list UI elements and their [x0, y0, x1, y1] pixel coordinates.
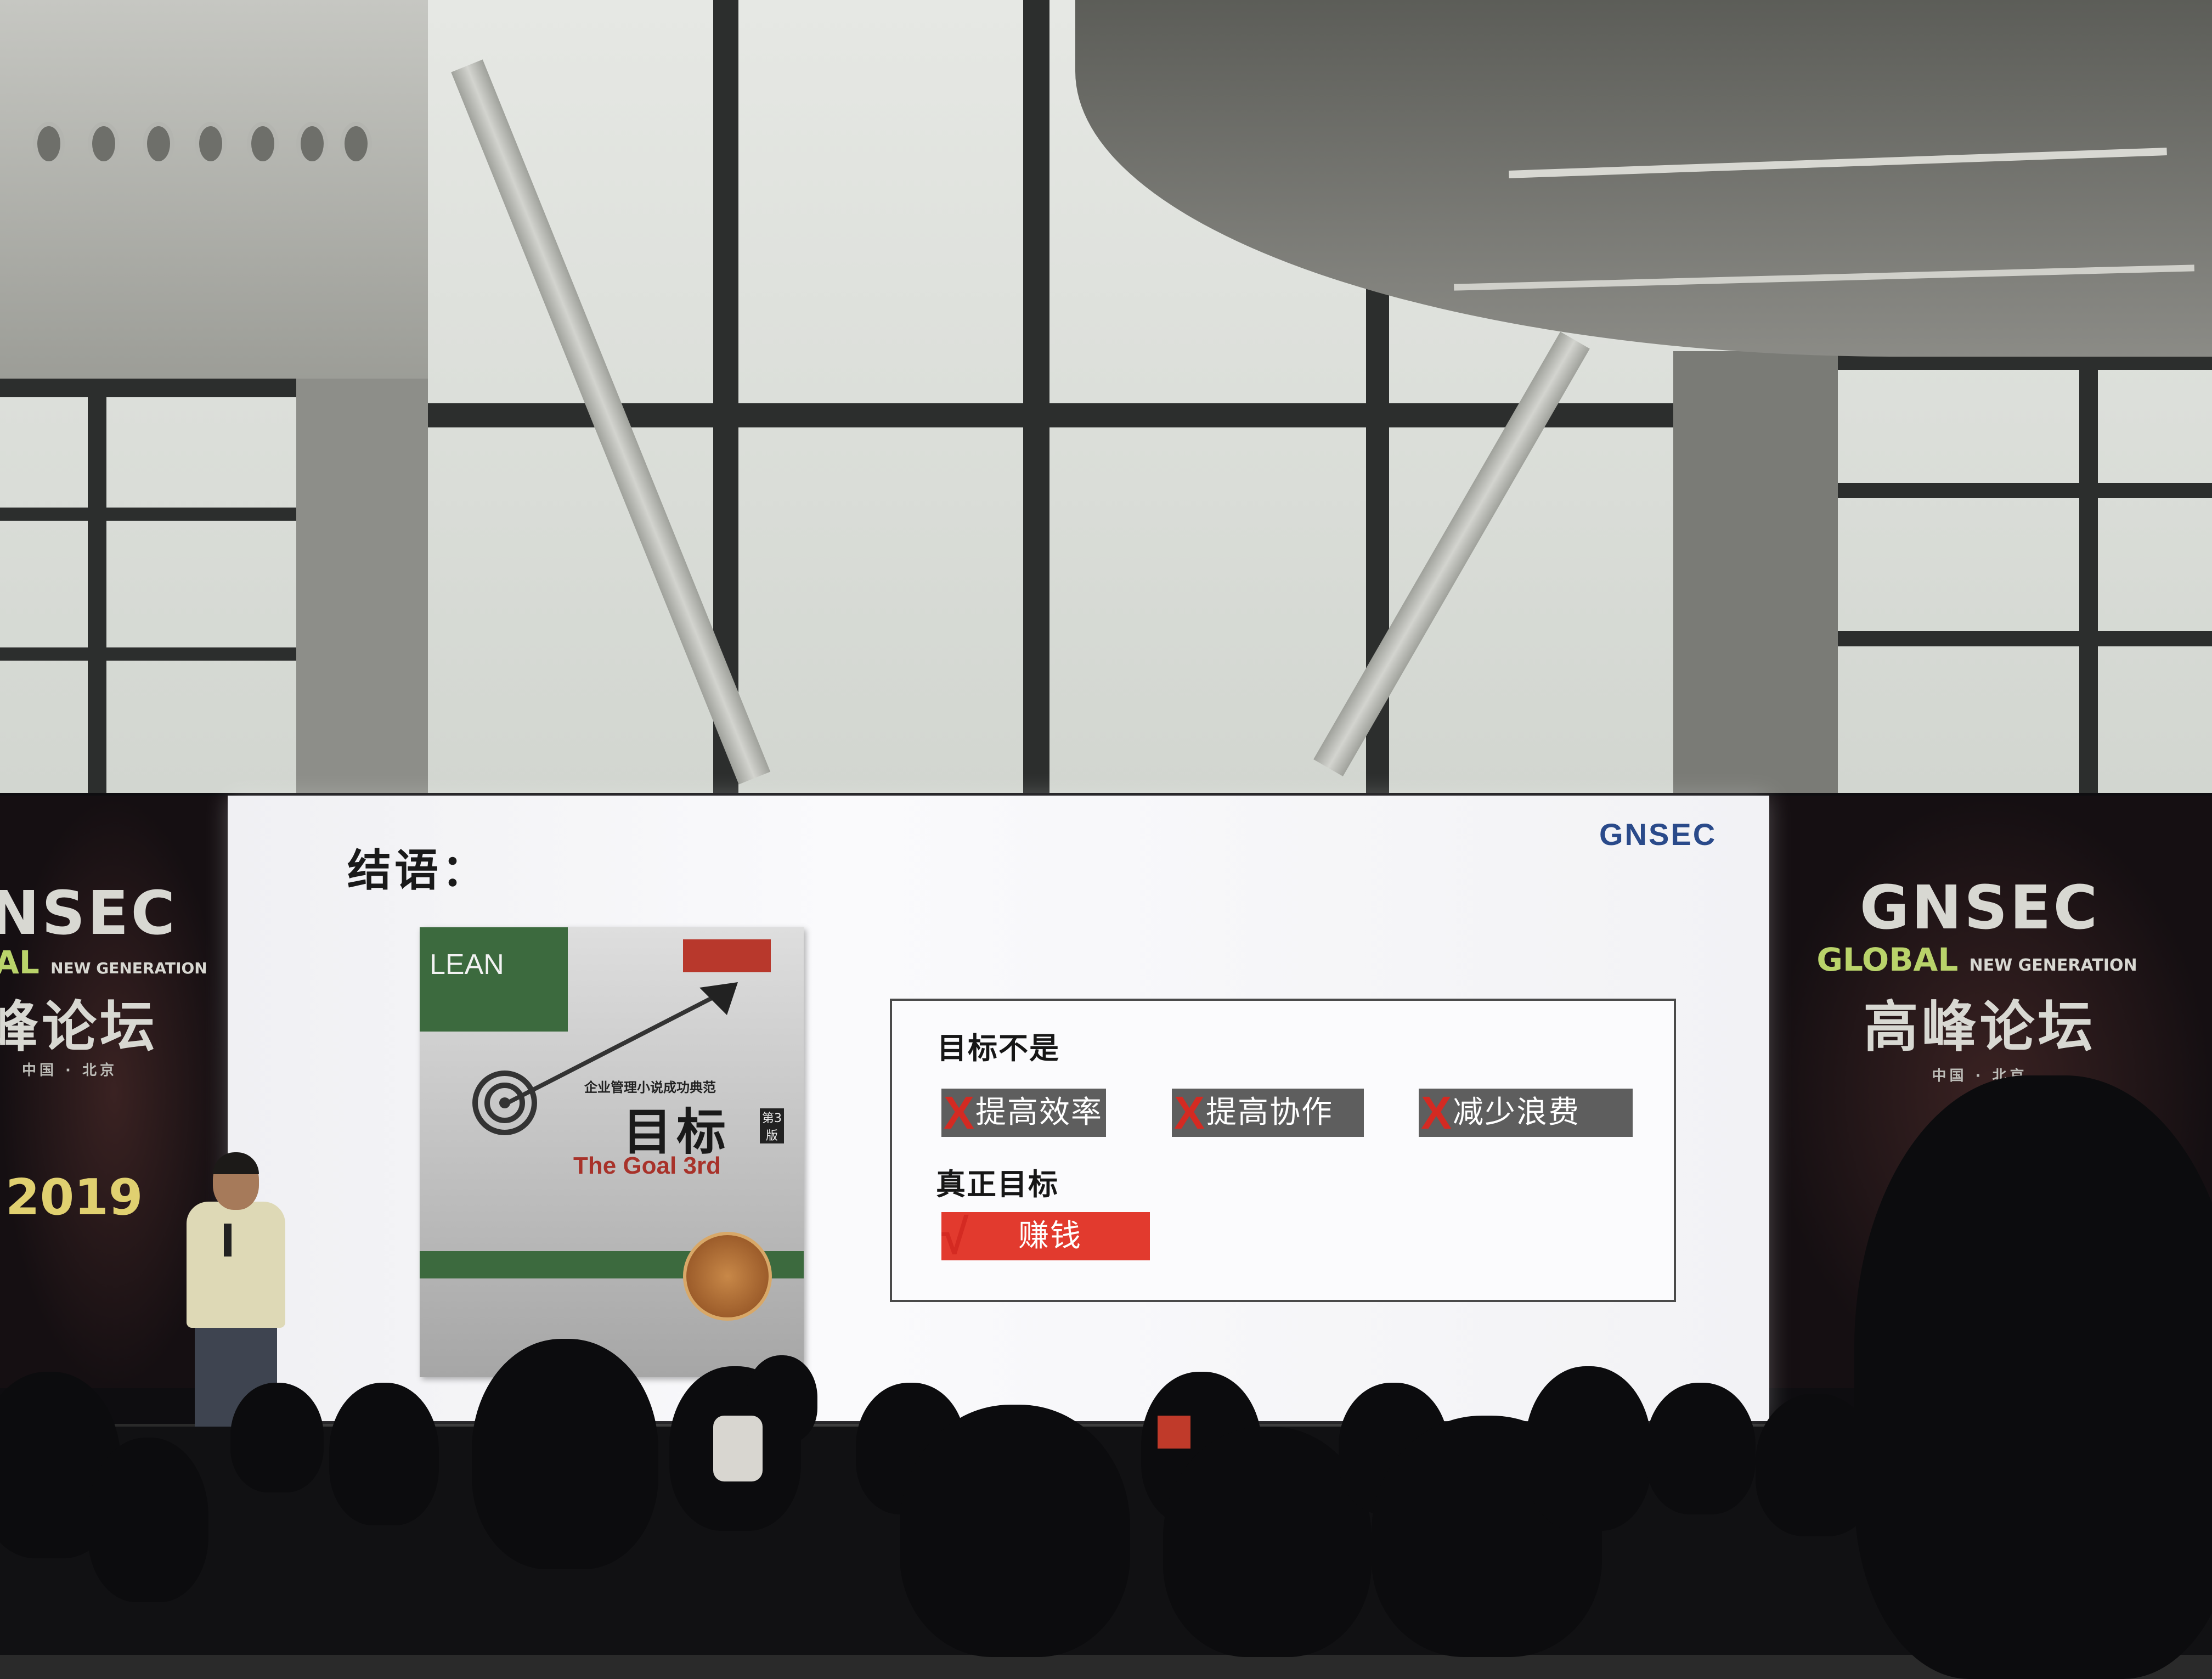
- not-goal-heading: 目标不是: [937, 1031, 1060, 1066]
- ceiling-porthole: [340, 122, 372, 166]
- not-goal-tag-efficiency: X 提高效率: [941, 1087, 1106, 1139]
- audience-shirt: [713, 1416, 763, 1481]
- book-lean-label: LEAN: [430, 949, 504, 981]
- real-goal-tag-make-money: √ 赚钱: [941, 1210, 1150, 1265]
- window-mullion: [2079, 351, 2098, 801]
- ceiling-porthole: [88, 122, 120, 166]
- audience-head: [1525, 1366, 1651, 1531]
- presentation-slide: GNSEC 结语： LEAN 企业管理小说成功典范 目标 第3版 The Goa…: [228, 796, 1769, 1421]
- not-goal-text: 提高协作: [1206, 1095, 1333, 1130]
- banner-gnsec-text: NSEC: [0, 878, 178, 948]
- speaker: [187, 1202, 285, 1328]
- ceiling-porthole: [296, 122, 328, 166]
- audience-head: [88, 1438, 208, 1602]
- window-transom: [0, 379, 296, 397]
- real-goal-text: 赚钱: [1018, 1218, 1082, 1254]
- not-goal-tag-collaboration: X 提高协作: [1172, 1087, 1364, 1139]
- ceiling-porthole: [33, 122, 65, 166]
- ceiling-porthole: [143, 122, 174, 166]
- window-transom: [0, 508, 296, 521]
- book-cover-image: LEAN 企业管理小说成功典范 目标 第3版 The Goal 3rd: [420, 927, 804, 1377]
- book-english-title: The Goal 3rd: [573, 1152, 721, 1179]
- right-pillar: [1673, 351, 1838, 801]
- audience-head: [1646, 1383, 1756, 1514]
- audience-head: [472, 1339, 658, 1569]
- check-icon: √: [941, 1210, 970, 1265]
- slide-title: 结语：: [347, 845, 489, 896]
- foreground-audience-head: [1854, 1075, 2212, 1679]
- cross-icon: X: [944, 1087, 976, 1139]
- left-pillar: [296, 379, 428, 801]
- window-mullion: [1023, 0, 1049, 796]
- book-publisher-tag: [683, 939, 771, 972]
- banner-global-text: GLOBAL NEW GENERATION: [1816, 941, 2137, 978]
- audience-head: [900, 1405, 1130, 1657]
- banner-location-text: 中国 · 北京: [1932, 1068, 2028, 1084]
- banner-global-text: AL NEW GENERATION: [0, 944, 207, 981]
- slide-logo: GNSEC: [1599, 817, 1717, 852]
- book-edition: 第3版: [760, 1108, 784, 1143]
- cross-icon: X: [1174, 1087, 1206, 1139]
- goal-comparison-box: 目标不是 X 提高效率 X 提高协作 X 减少浪费 真正目标 √ 赚钱: [890, 999, 1676, 1302]
- audience-head: [230, 1383, 324, 1492]
- banner-gnsec-text: GNSEC: [1859, 872, 2100, 943]
- book-seal-badge: [683, 1232, 772, 1321]
- not-goal-text: 提高效率: [975, 1095, 1103, 1130]
- banner-forum-text: 峰论坛: [0, 995, 158, 1059]
- ceiling-porthole: [195, 122, 227, 166]
- microphone-icon: [224, 1224, 232, 1257]
- window-transom: [1838, 483, 2212, 498]
- audience-head: [329, 1383, 439, 1525]
- cross-icon: X: [1421, 1087, 1453, 1139]
- banner-forum-text: 高峰论坛: [1863, 995, 2096, 1059]
- real-goal-heading: 真正目标: [936, 1167, 1059, 1202]
- window-transom: [0, 647, 296, 661]
- window-transom: [1838, 631, 2212, 646]
- not-goal-text: 减少浪费: [1453, 1095, 1580, 1130]
- banner-location-text: 中国 · 北京: [22, 1062, 117, 1079]
- window-mullion: [88, 384, 106, 801]
- not-goal-tag-waste: X 减少浪费: [1419, 1087, 1633, 1139]
- left-ceiling-beam: [0, 0, 428, 379]
- audience-shirt: [1158, 1416, 1190, 1449]
- ceiling-porthole: [247, 122, 279, 166]
